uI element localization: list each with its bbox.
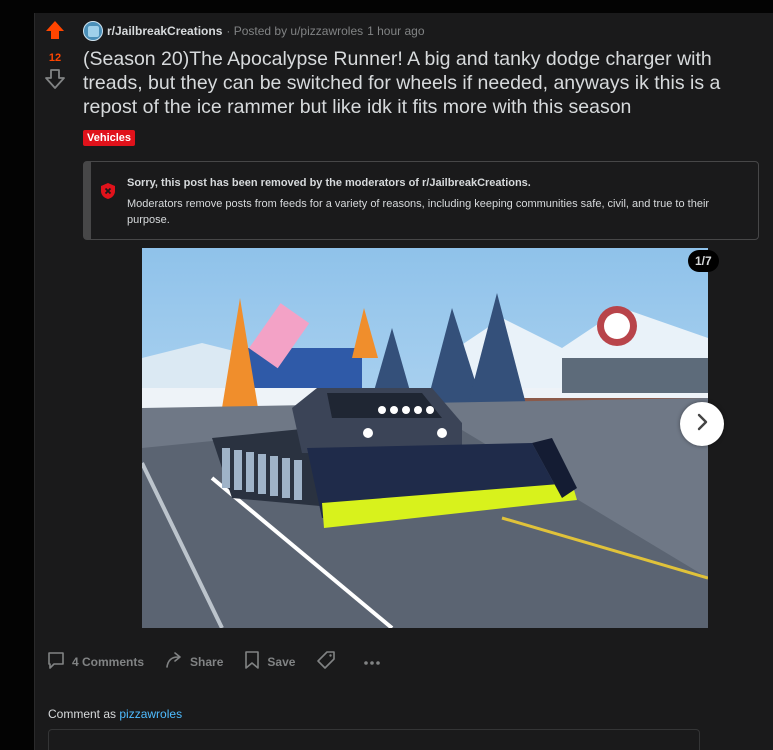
comment-as: Comment as pizzawroles [48, 707, 182, 721]
comments-label: 4 Comments [72, 654, 145, 669]
upvote-icon[interactable] [44, 19, 66, 46]
comment-user-link[interactable]: pizzawroles [119, 707, 182, 721]
more-icon [363, 655, 387, 669]
post-title[interactable]: (Season 20)The Apocalypse Runner! A big … [83, 47, 768, 119]
tag-icon [315, 650, 343, 673]
removed-heading: Sorry, this post has been removed by the… [127, 177, 531, 189]
comment-as-label: Comment as [48, 707, 117, 721]
save-button[interactable]: Save [243, 650, 295, 673]
comments-button[interactable]: 4 Comments [46, 650, 144, 673]
tag-button[interactable] [315, 650, 343, 673]
gallery-counter: 1/7 [688, 250, 719, 272]
more-options-button[interactable] [363, 655, 387, 669]
gallery-next-button[interactable] [680, 402, 724, 446]
vote-count: 12 [48, 52, 62, 64]
comment-input[interactable] [48, 729, 700, 750]
post-actions: 4 Comments Share Save [46, 650, 407, 673]
share-icon [164, 650, 190, 673]
share-label: Share [190, 654, 224, 669]
post-meta: r/JailbreakCreations · Posted by u/pizza… [83, 21, 425, 41]
post-card: 12 r/JailbreakCreations · Posted by u/pi… [34, 13, 773, 750]
downvote-icon[interactable] [44, 68, 66, 95]
removed-notice: Sorry, this post has been removed by the… [83, 161, 759, 240]
removed-body: Moderators remove posts from feeds for a… [127, 198, 710, 226]
share-button[interactable]: Share [164, 650, 223, 673]
posted-by: · Posted by u/pizzawroles [226, 24, 364, 38]
post-time: 1 hour ago [367, 24, 425, 38]
gallery-image[interactable] [142, 248, 708, 628]
shield-icon [100, 182, 116, 205]
vote-column: 12 [35, 19, 75, 95]
subreddit-link[interactable]: r/JailbreakCreations [107, 24, 222, 38]
comment-icon [46, 650, 72, 673]
chevron-right-icon [694, 412, 710, 437]
bookmark-icon [243, 650, 267, 673]
page: 12 r/JailbreakCreations · Posted by u/pi… [0, 0, 773, 750]
subreddit-avatar-icon[interactable] [83, 21, 103, 41]
post-flair[interactable]: Vehicles [83, 130, 136, 146]
save-label: Save [267, 654, 296, 669]
